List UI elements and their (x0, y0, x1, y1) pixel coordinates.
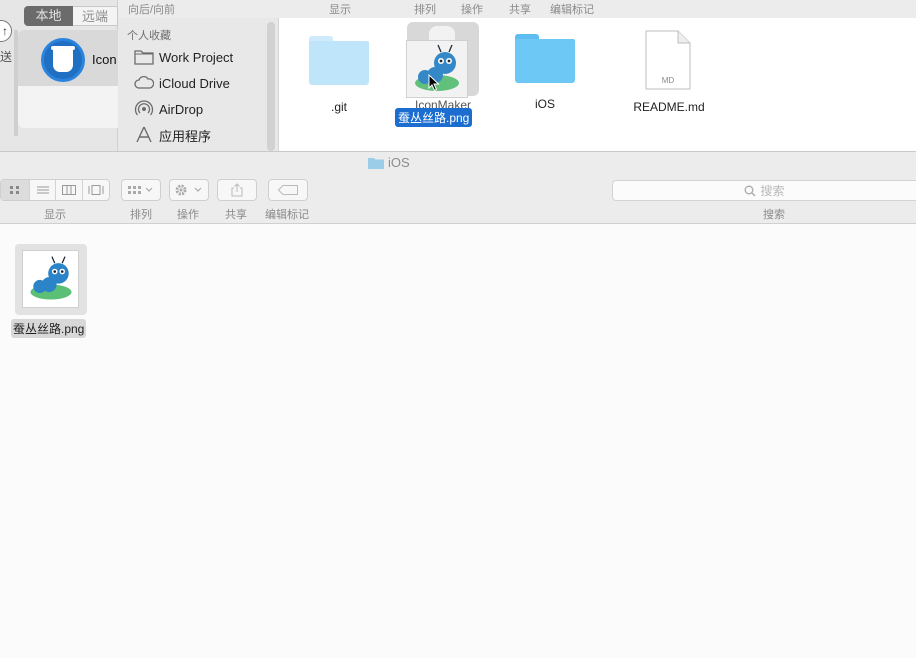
upload-arrow-icon[interactable]: ↑ (0, 20, 12, 42)
sidebar-item-icloud-drive[interactable]: iCloud Drive (134, 73, 230, 93)
finder-sidebar: 个人收藏 Work Project iCloud Drive AirDrop 应… (118, 18, 278, 151)
image-thumbnail (22, 250, 79, 308)
list-view-icon[interactable] (28, 180, 56, 200)
file-name-selected[interactable]: 蚕丛丝路.png (11, 319, 87, 338)
folder-icon (368, 158, 384, 169)
share-button[interactable] (217, 179, 257, 201)
search-icon (745, 185, 756, 196)
finder-toolbar: iOS 显示 排列 操作 共享 编辑标记 搜索 搜索 (0, 151, 916, 224)
caterpillar-thumbnail-icon (30, 256, 72, 300)
action-label: 操作 (177, 209, 199, 221)
back-forward-label: 向后/向前 (128, 4, 176, 16)
column-view-icon[interactable] (55, 180, 82, 200)
search-label: 搜索 (763, 209, 785, 221)
tag-icon (278, 185, 298, 195)
action-button[interactable] (169, 179, 209, 201)
arrange-label: 排列 (414, 4, 436, 16)
arrange-label: 排列 (130, 209, 152, 221)
iconmaker-app-icon[interactable] (41, 38, 85, 82)
window-title-text: iOS (388, 155, 410, 170)
cloud-icon (134, 74, 155, 92)
share-label: 共享 (509, 4, 531, 16)
applications-icon (134, 126, 154, 144)
search-input[interactable]: 搜索 (612, 180, 916, 201)
sidebar-item-work-project[interactable]: Work Project (134, 47, 233, 67)
dragged-file-name: 蚕丛丝路.png (395, 108, 473, 127)
app-name-label: Icon (92, 52, 117, 67)
mouse-cursor-icon (428, 74, 440, 92)
favorites-header: 个人收藏 (127, 30, 171, 42)
airdrop-icon (134, 100, 154, 118)
file-name-ios: iOS (534, 97, 555, 111)
transfer-app-window: 本地 远端 ↑ 送 Icon (0, 0, 118, 151)
segment-remote[interactable]: 远端 (73, 6, 118, 26)
edit-tags-button[interactable] (268, 179, 308, 201)
folder-icon (134, 48, 154, 66)
git-folder-icon[interactable] (309, 36, 369, 86)
gear-icon (175, 184, 202, 196)
sidebar-item-airdrop[interactable]: AirDrop (134, 99, 203, 119)
sidebar-item-label: 应用程序 (159, 128, 212, 144)
share-label: 共享 (225, 209, 247, 221)
file-icon-selection[interactable] (15, 244, 87, 315)
window-title: iOS (368, 155, 410, 170)
arrange-grid-icon (128, 186, 153, 194)
background-windows: 本地 远端 ↑ 送 Icon 向后/向前 显示 排列 操作 共享 编辑标记 个人… (0, 0, 916, 151)
file-name-readme: README.md (633, 100, 705, 114)
view-label: 显示 (329, 4, 351, 16)
file-badge: MD (661, 76, 675, 85)
send-label: 送 (0, 50, 13, 64)
file-name-git: .git (330, 100, 347, 114)
sidebar-scrollbar[interactable] (267, 22, 275, 151)
sidebar-item-label: iCloud Drive (159, 75, 230, 91)
view-switcher (0, 179, 110, 201)
gallery-view-icon[interactable] (82, 180, 109, 200)
finder-content: 蚕丛丝路.png (0, 224, 916, 658)
edit-tags-label: 编辑标记 (265, 209, 309, 221)
sidebar-item-label: AirDrop (159, 101, 204, 117)
segment-local[interactable]: 本地 (24, 6, 73, 26)
arrange-button[interactable] (121, 179, 161, 201)
icon-view-icon[interactable] (1, 180, 29, 200)
sidebar-item-applications[interactable]: 应用程序 (134, 125, 211, 145)
document-icon[interactable]: MD (645, 30, 691, 90)
back-finder-content: .git IconMaker 蚕丛丝路.png iOS MD README.md (278, 18, 916, 151)
ios-folder-icon[interactable] (515, 34, 575, 84)
sidebar-item-label: Work Project (159, 49, 234, 65)
edit-tags-label: 编辑标记 (550, 4, 594, 16)
view-label: 显示 (44, 209, 66, 221)
share-icon (231, 183, 243, 197)
action-label: 操作 (461, 4, 483, 16)
search-placeholder: 搜索 (760, 184, 785, 198)
